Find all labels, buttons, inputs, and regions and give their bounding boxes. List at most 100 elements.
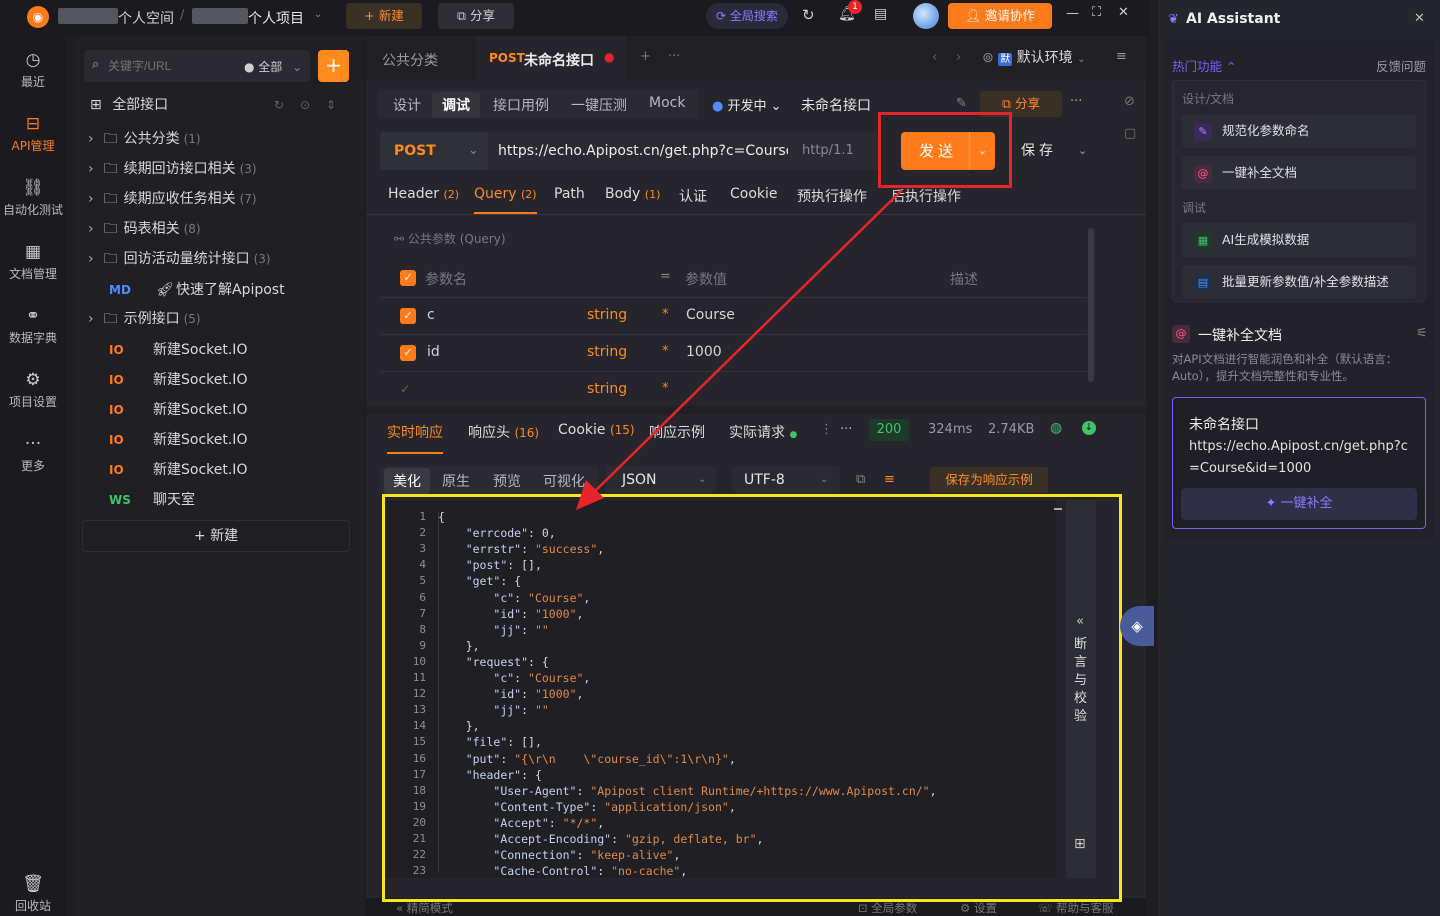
check-circle-icon[interactable]: ⊘ — [1124, 94, 1135, 109]
save-button[interactable]: 保存 ⌄ — [1014, 132, 1098, 170]
workspace-name[interactable]: 个人空间 — [118, 8, 174, 28]
api-name[interactable]: 未命名接口 — [801, 95, 871, 115]
help-link[interactable]: ☏ 帮助与客服 — [1038, 900, 1114, 916]
tree-folder[interactable]: › 🗀︎ 公共分类 (1) — [74, 124, 364, 154]
subtab-design[interactable]: 设计 — [393, 95, 421, 115]
globe-icon[interactable]: ◍ — [1050, 420, 1062, 436]
notes-icon[interactable]: ▤ — [874, 6, 887, 22]
method-select[interactable]: POST ⌄ — [380, 132, 488, 170]
invite-button[interactable]: 👤︎ 邀请协作 — [948, 3, 1052, 29]
scroll-thumb[interactable] — [1054, 508, 1062, 510]
refresh-icon[interactable]: ↻ — [802, 6, 815, 24]
sliders-icon[interactable]: ⚟ — [1416, 326, 1428, 341]
new-item-button[interactable]: + 新建 — [82, 520, 350, 552]
chevron-down-icon[interactable]: ⌄ — [1078, 132, 1087, 170]
new-button[interactable]: + 新建 — [346, 3, 422, 29]
locate-icon[interactable]: ⊙ — [300, 90, 310, 120]
complete-all-button[interactable]: ✦ 一键补全 — [1181, 488, 1417, 520]
global-params-link[interactable]: ⊡ 全局参数 — [858, 900, 917, 916]
tree-root[interactable]: ⊞ 全部接口 ↻ ⊙ ⇕ — [74, 90, 364, 120]
settings-link[interactable]: ⚙ 设置 — [960, 900, 997, 916]
rail-item-docs[interactable]: ▦ 文档管理 — [0, 242, 66, 282]
resp-tab-headers[interactable]: 响应头 (16) — [468, 422, 539, 442]
rail-item-automation[interactable]: ⛓ 自动化测试 — [0, 178, 66, 218]
refresh-icon[interactable]: ↻ — [274, 90, 284, 120]
public-params-toggle[interactable]: ⚯ 公共参数 (Query) — [394, 230, 506, 247]
req-tab-header[interactable]: Header (2) — [388, 186, 459, 202]
share-button[interactable]: ⧉ 分享 — [438, 3, 514, 29]
add-tab-icon[interactable]: + — [640, 49, 651, 64]
status-select[interactable]: ● 开发中 ⌄ — [712, 95, 782, 114]
param-name[interactable]: c — [427, 307, 435, 323]
rail-item-settings[interactable]: ⚙ 项目设置 — [0, 370, 66, 410]
param-name[interactable]: id — [427, 344, 440, 360]
project-name[interactable]: 个人项目 — [248, 8, 304, 28]
menu-icon[interactable]: ≡ — [1116, 49, 1127, 64]
rail-item-dictionary[interactable]: ⚭ 数据字典 — [0, 306, 66, 346]
tree-folder[interactable]: › 🗀︎ 示例接口 (5) — [74, 304, 364, 334]
card-batch-update[interactable]: ▤ 批量更新参数值/补全参数描述 — [1182, 265, 1416, 299]
tab-more-icon[interactable]: ··· — [668, 49, 680, 64]
global-search-button[interactable]: ⟳ 全局搜索 — [706, 3, 788, 29]
card-mock-data[interactable]: ▦ AI生成模拟数据 — [1182, 223, 1416, 257]
simple-mode-toggle[interactable]: « 精简模式 — [396, 900, 453, 916]
tree-item-socket[interactable]: IO 新建Socket.IO — [74, 335, 364, 365]
edit-icon[interactable]: ✎ — [956, 96, 967, 111]
save-example-button[interactable]: 保存为响应示例 — [930, 467, 1048, 493]
assistant-bubble-icon[interactable]: ◈ — [1120, 606, 1154, 646]
rail-item-more[interactable]: ··· 更多 — [0, 434, 66, 474]
tree-folder[interactable]: › 🗀︎ 回访活动量统计接口 (3) — [74, 244, 364, 274]
subtab-cases[interactable]: 接口用例 — [493, 95, 549, 115]
tab-untitled-api[interactable]: POST 未命名接口 ● — [476, 36, 626, 80]
rail-item-trash[interactable]: 🗑︎ 回收站 — [0, 874, 66, 914]
row-checkbox[interactable]: ✓ — [400, 382, 410, 396]
avatar[interactable] — [913, 3, 939, 29]
params-scrollbar[interactable] — [1088, 228, 1094, 382]
filter-select[interactable]: ● 全部 ⌄ — [244, 58, 302, 75]
tree-item-socket[interactable]: IO 新建Socket.IO — [74, 395, 364, 425]
subtab-mock[interactable]: Mock — [649, 95, 685, 111]
minimize-icon[interactable]: — — [1066, 6, 1079, 21]
tree-item-socket[interactable]: IO 新建Socket.IO — [74, 365, 364, 395]
checkbox-all[interactable]: ✓ — [400, 270, 416, 286]
subtab-debug[interactable]: 调试 — [432, 92, 480, 118]
card-complete-docs[interactable]: @ 一键补全文档 — [1182, 156, 1416, 190]
close-icon[interactable]: ✕ — [1414, 11, 1425, 26]
apipost-logo-icon[interactable]: ◉ — [27, 6, 49, 28]
view-tab-beautify[interactable]: 美化 — [384, 468, 430, 494]
row-checkbox[interactable]: ✓ — [400, 345, 416, 361]
row-checkbox[interactable]: ✓ — [400, 308, 416, 324]
search-input[interactable] — [108, 56, 228, 76]
tree-item-ws[interactable]: WS 聊天室 — [74, 485, 364, 515]
tree-item-md[interactable]: MD 🚀︎ 快速了解Apipost — [74, 275, 364, 305]
tree-folder[interactable]: › 🗀︎ 续期应收任务相关 (7) — [74, 184, 364, 214]
chevron-down-icon[interactable]: ⌄ — [314, 9, 322, 20]
code-icon[interactable]: ▢ — [1124, 126, 1136, 141]
rail-item-recent[interactable]: ◷ 最近 — [0, 50, 66, 90]
collapse-icon[interactable]: ⇕ — [326, 90, 336, 120]
download-icon[interactable]: ↓ — [1082, 421, 1096, 435]
resp-tab-realtime[interactable]: 实时响应 — [387, 422, 443, 454]
feedback-link[interactable]: 反馈问题 — [1376, 56, 1426, 75]
close-icon[interactable]: ✕ — [1118, 5, 1129, 20]
rail-item-api[interactable]: ⊟ API管理 — [0, 114, 66, 154]
tree-folder[interactable]: › 🗀︎ 码表相关 (8) — [74, 214, 364, 244]
view-tab-preview[interactable]: 预览 — [493, 471, 521, 491]
env-select[interactable]: ⊚ 默 默认环境 ⌄ — [982, 44, 1108, 72]
subtab-stress[interactable]: 一键压测 — [571, 95, 627, 115]
req-tab-query[interactable]: Query (2) — [474, 186, 537, 214]
more-icon[interactable]: ··· — [1070, 94, 1082, 109]
view-tab-raw[interactable]: 原生 — [442, 471, 470, 491]
protocol-select[interactable]: http/1.1 — [802, 143, 854, 158]
url-input[interactable]: https://echo.Apipost.cn/get.php?c=Course… — [498, 143, 788, 159]
chevron-left-icon[interactable]: ‹ — [932, 50, 937, 65]
tree-item-socket[interactable]: IO 新建Socket.IO — [74, 455, 364, 485]
tree-item-socket[interactable]: IO 新建Socket.IO — [74, 425, 364, 455]
chevron-right-icon[interactable]: › — [956, 50, 961, 65]
maximize-icon[interactable]: ⛶ — [1092, 5, 1101, 20]
breadcrumb[interactable]: 公共分类 — [382, 50, 438, 70]
add-button[interactable]: + — [318, 50, 349, 82]
card-normalize-params[interactable]: ✎ 规范化参数命名 — [1182, 114, 1416, 148]
tree-folder[interactable]: › 🗀︎ 续期回访接口相关 (3) — [74, 154, 364, 184]
hot-features-toggle[interactable]: 热门功能 ⌃ — [1172, 56, 1236, 75]
